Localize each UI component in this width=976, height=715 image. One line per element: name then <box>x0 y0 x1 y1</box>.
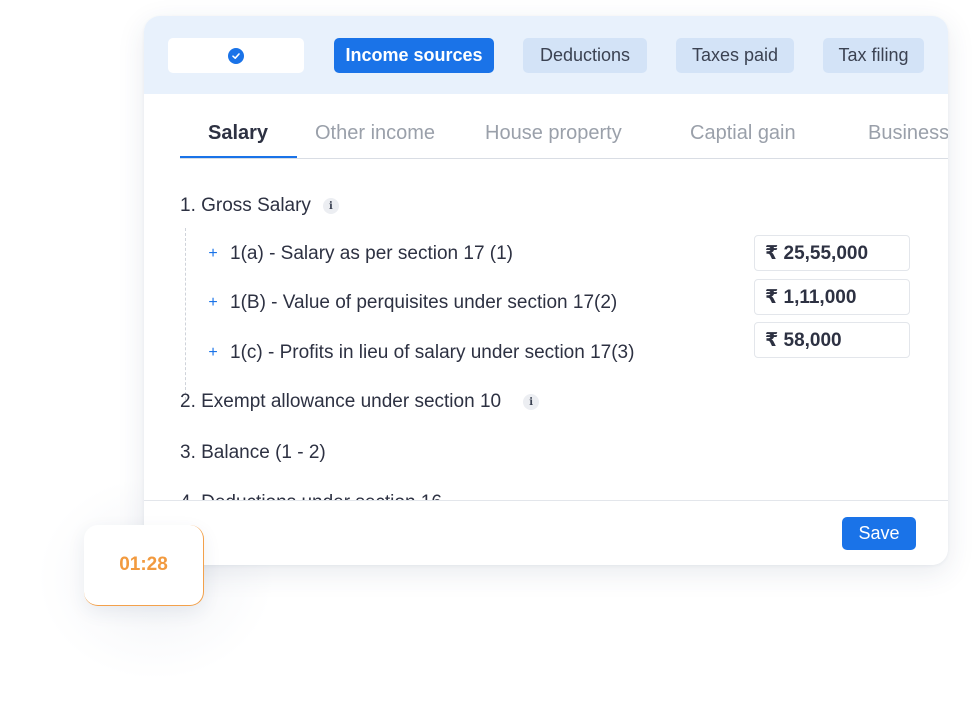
tab-house-property[interactable]: House property <box>485 120 622 156</box>
tax-form-card: Income sources Deductions Taxes paid Tax… <box>144 16 948 565</box>
gross-salary-label: 1. Gross Salary <box>180 195 311 216</box>
completed-step[interactable] <box>168 38 304 73</box>
balance-label: 3. Balance (1 - 2) <box>180 442 326 463</box>
step-tax-filing[interactable]: Tax filing <box>823 38 924 73</box>
perquisites-subitem[interactable]: + 1(B) - Value of perquisites under sect… <box>208 292 617 314</box>
check-circle-icon <box>228 47 244 64</box>
salary-subitem[interactable]: + 1(a) - Salary as per section 17 (1) <box>208 243 513 265</box>
deductions-label: 4. Deductions under section 16 <box>180 492 442 500</box>
plus-icon[interactable]: + <box>208 344 218 362</box>
profits-amount-field[interactable]: ₹ 58,000 <box>754 322 910 358</box>
subitem-label: 1(c) - Profits in lieu of salary under s… <box>230 342 635 363</box>
plus-icon[interactable]: + <box>208 294 218 312</box>
salary-form: 1. Gross Salary i + 1(a) - Salary as per… <box>144 176 948 500</box>
tree-connector <box>185 228 186 400</box>
page: Income sources Deductions Taxes paid Tax… <box>0 0 976 715</box>
info-icon[interactable]: i <box>523 394 540 410</box>
active-tab-indicator <box>180 156 297 158</box>
tab-capital-gain[interactable]: Captial gain <box>690 120 796 156</box>
deductions-heading: 4. Deductions under section 16 <box>180 492 442 500</box>
info-icon[interactable]: i <box>322 198 339 214</box>
form-footer: Save <box>144 500 948 565</box>
subitem-label: 1(B) - Value of perquisites under sectio… <box>230 292 618 313</box>
exempt-allowance-heading: 2. Exempt allowance under section 10 i <box>180 391 540 413</box>
perquisites-amount-field[interactable]: ₹ 1,11,000 <box>754 279 910 315</box>
step-taxes-paid[interactable]: Taxes paid <box>676 38 794 73</box>
step-bar: Income sources Deductions Taxes paid Tax… <box>144 16 948 94</box>
save-button[interactable]: Save <box>842 517 916 550</box>
income-subtabs: Salary Other income House property Capti… <box>180 120 948 159</box>
exempt-allowance-label: 2. Exempt allowance under section 10 <box>180 391 502 412</box>
step-deductions[interactable]: Deductions <box>523 38 647 73</box>
subitem-label: 1(a) - Salary as per section 17 (1) <box>230 243 514 264</box>
salary-amount-field[interactable]: ₹ 25,55,000 <box>754 235 910 271</box>
profits-subitem[interactable]: + 1(c) - Profits in lieu of salary under… <box>208 342 634 364</box>
plus-icon[interactable]: + <box>208 245 218 263</box>
gross-salary-heading: 1. Gross Salary i <box>180 195 339 217</box>
tab-other-income[interactable]: Other income <box>315 120 435 156</box>
tab-business[interactable]: Business <box>868 120 948 156</box>
timer-badge: 01:28 <box>84 525 204 606</box>
balance-heading: 3. Balance (1 - 2) <box>180 442 326 464</box>
step-income-sources[interactable]: Income sources <box>334 38 494 73</box>
tab-salary[interactable]: Salary <box>208 120 268 156</box>
